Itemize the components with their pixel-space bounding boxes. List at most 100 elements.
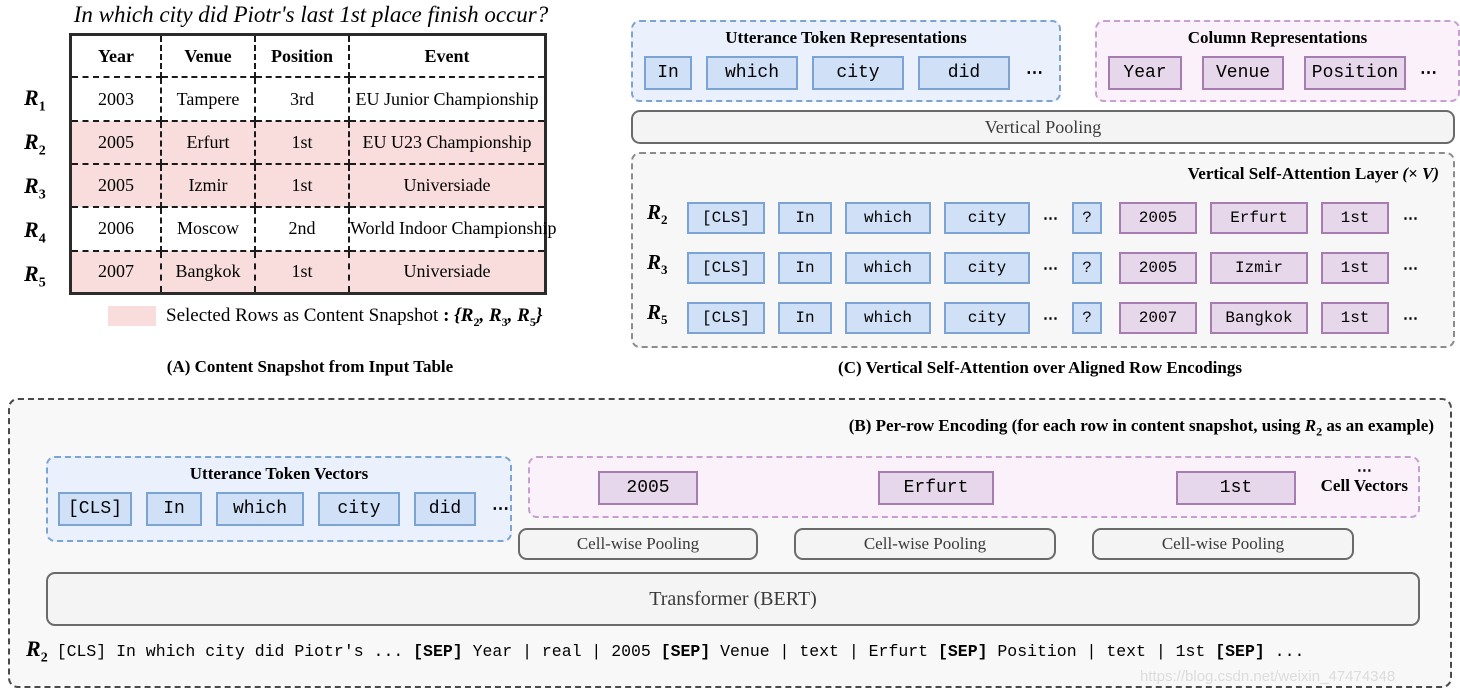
token-chip: did	[918, 56, 1010, 90]
table-row: 2003 Tampere 3rd EU Junior Championship	[72, 77, 544, 122]
cell-position: 3rd	[255, 77, 350, 122]
vertical-pooling-label: Vertical Pooling	[984, 117, 1102, 137]
table-header-row: Year Venue Position Event	[72, 36, 544, 79]
cell-chip: Bangkok	[1210, 302, 1308, 334]
token-chip: In	[778, 202, 832, 234]
transformer-bert-label: Transformer (BERT)	[649, 588, 817, 610]
token-chip: [CLS]	[687, 252, 765, 284]
token-chip: city	[812, 56, 904, 90]
ellipsis-icon: ⋯	[1403, 260, 1419, 277]
ellipsis-icon: ⋯	[1403, 210, 1419, 227]
cell-chip: 2007	[1119, 302, 1197, 334]
panel-c-caption: (C) Vertical Self-Attention over Aligned…	[838, 358, 1242, 377]
cell-vectors-box: 2005 Erfurt 1st ⋯ Cell Vectors	[528, 456, 1420, 518]
column-header-position: Position	[255, 36, 350, 79]
cell-chip: 2005	[1119, 252, 1197, 284]
ellipsis-icon: ⋯	[1403, 310, 1419, 327]
input-sequence-row: R2 [CLS] In which city did Piotr's ... [S…	[26, 636, 1440, 670]
cell-venue: Bangkok	[161, 250, 256, 292]
token-chip: which	[845, 302, 931, 334]
column-header-venue: Venue	[161, 36, 256, 79]
cell-year: 2003	[72, 77, 162, 122]
token-chip: [CLS]	[687, 302, 765, 334]
token-chip: city	[944, 202, 1030, 234]
cell-chip: 2005	[598, 471, 698, 505]
token-chip-question: ?	[1072, 252, 1102, 284]
utterance-token-vectors-box: Utterance Token Vectors [CLS] In which c…	[46, 456, 512, 542]
vsa-multiplier: (× V)	[1402, 164, 1439, 183]
cell-wise-pooling-bar-3: Cell-wise Pooling	[1092, 528, 1354, 560]
panel-a-content-snapshot: In which city did Piotr's last 1st place…	[0, 0, 620, 390]
token-chip: which	[845, 252, 931, 284]
token-chip: which	[706, 56, 798, 90]
table-row: 2005 Erfurt 1st EU U23 Championship	[72, 120, 544, 165]
cell-year: 2006	[72, 207, 162, 252]
row-label-r3: R3	[24, 173, 46, 203]
token-chip: In	[778, 302, 832, 334]
panel-b-caption-var: R2	[1304, 416, 1323, 439]
token-chip: [CLS]	[687, 202, 765, 234]
cell-position: 1st	[255, 120, 350, 165]
cell-chip: 1st	[1321, 202, 1389, 234]
column-chip: Year	[1108, 56, 1182, 90]
vsa-row-r2: R2 [CLS] In which city ⋯ ? 2005 Erfurt 1…	[647, 200, 1445, 236]
vertical-pooling-bar: Vertical Pooling	[631, 110, 1455, 144]
row-label-r2: R2	[24, 129, 46, 159]
row-label-r4: R4	[24, 217, 46, 247]
vsa-title-text: Vertical Self-Attention Layer	[1187, 164, 1399, 183]
vertical-self-attention-layer-box: Vertical Self-Attention Layer (× V) R2 […	[631, 152, 1455, 348]
vsa-row-label-r3: R3	[647, 250, 668, 278]
ellipsis-icon: ⋯	[1043, 310, 1059, 327]
token-chip: city	[944, 252, 1030, 284]
utterance-token-vectors-title: Utterance Token Vectors	[189, 464, 369, 483]
ellipsis-icon: ⋯	[1420, 63, 1438, 82]
column-chip: Venue	[1202, 56, 1284, 90]
vsa-row-r5: R5 [CLS] In which city ⋯ ? 2007 Bangkok …	[647, 300, 1445, 336]
transformer-bert-bar: Transformer (BERT)	[46, 572, 1420, 626]
cell-chip: Erfurt	[878, 471, 994, 505]
cell-position: 1st	[255, 250, 350, 292]
ellipsis-icon: ⋯	[1043, 210, 1059, 227]
input-table: Year Venue Position Event 2003 Tampere 3…	[69, 33, 557, 295]
panel-b-caption-suffix: as an example)	[1322, 416, 1434, 435]
column-representations-box: Column Representations Year Venue Positi…	[1095, 20, 1460, 102]
cell-event: EU U23 Championship	[349, 120, 544, 165]
cell-chip: Izmir	[1210, 252, 1308, 284]
input-table-grid: Year Venue Position Event 2003 Tampere 3…	[72, 36, 557, 292]
cell-event: Universiade	[349, 250, 544, 292]
cell-chip: 1st	[1321, 302, 1389, 334]
cell-event: EU Junior Championship	[349, 77, 544, 122]
legend-swatch-pink	[108, 306, 156, 326]
sequence-text: [CLS] In which city did Piotr's ... [SEP…	[56, 641, 1305, 661]
ellipsis-icon: ⋯	[492, 499, 510, 518]
row-label-r5: R5	[24, 261, 46, 291]
cell-venue: Tampere	[161, 77, 256, 122]
token-chip: city	[944, 302, 1030, 334]
cell-chip: 2005	[1119, 202, 1197, 234]
ellipsis-icon: ⋯	[1043, 260, 1059, 277]
table-row: 2005 Izmir 1st Universiade	[72, 163, 544, 209]
cell-position: 2nd	[255, 207, 350, 252]
table-row: 2007 Bangkok 1st Universiade	[72, 250, 544, 292]
question-text: In which city did Piotr's last 1st place…	[73, 2, 549, 27]
row-label-r1: R1	[24, 85, 46, 115]
column-header-event: Event	[349, 36, 544, 79]
token-chip: In	[644, 56, 692, 90]
cell-event: Universiade	[349, 163, 544, 209]
legend-label: Selected Rows as Content Snapshot : {R2,…	[166, 305, 543, 329]
token-chip: which	[845, 202, 931, 234]
vsa-row-label-r2: R2	[647, 200, 668, 228]
panel-a-caption: (A) Content Snapshot from Input Table	[166, 357, 454, 376]
token-chip-question: ?	[1072, 302, 1102, 334]
cell-venue: Moscow	[161, 207, 256, 252]
vertical-self-attention-title: Vertical Self-Attention Layer (× V)	[1188, 164, 1439, 184]
watermark: https://blog.csdn.net/weixin_47474348	[1140, 668, 1396, 685]
table-row: 2006 Moscow 2nd World Indoor Championshi…	[72, 207, 557, 252]
token-chip: [CLS]	[58, 492, 132, 526]
token-chip: city	[318, 492, 400, 526]
token-chip: which	[216, 492, 304, 526]
legend: Selected Rows as Content Snapshot : {R2,…	[108, 303, 558, 329]
cell-venue: Izmir	[161, 163, 256, 209]
vsa-row-r3: R3 [CLS] In which city ⋯ ? 2005 Izmir 1s…	[647, 250, 1445, 286]
token-chip-question: ?	[1072, 202, 1102, 234]
